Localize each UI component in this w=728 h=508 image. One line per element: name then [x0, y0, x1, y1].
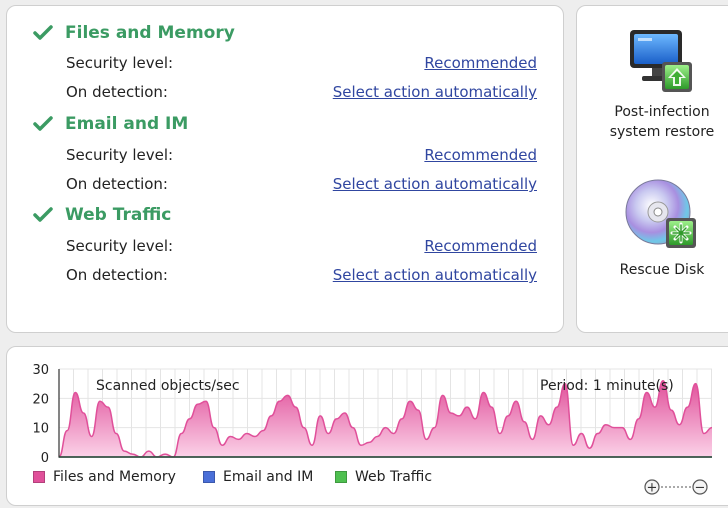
legend-swatch: [33, 471, 45, 483]
restore-label-line2: system restore: [609, 124, 715, 140]
tools-panel: Post-infection system restore Rescue Dis…: [576, 5, 728, 333]
y-tick-label: 10: [32, 422, 49, 437]
zoom-control: + −: [644, 479, 708, 496]
security-level-label: Security level:: [66, 54, 174, 72]
zoom-in-button[interactable]: +: [644, 479, 660, 496]
rescue-disk-icon: [625, 179, 696, 248]
on-detection-label: On detection:: [66, 83, 168, 101]
rescue-disk-label: Rescue Disk: [619, 262, 705, 278]
on-detection-label: On detection:: [66, 266, 168, 284]
legend-swatch: [203, 471, 215, 483]
legend-label: Files and Memory: [53, 469, 176, 485]
section-title: Email and IM: [65, 114, 189, 134]
check-icon: [33, 25, 53, 40]
security-level-link[interactable]: Recommended: [424, 237, 537, 255]
legend-files-memory: Files and Memory: [33, 469, 176, 485]
chart-period: Period: 1 minute(s): [540, 378, 674, 394]
legend-label: Email and IM: [223, 469, 314, 485]
rescue-disk-tool[interactable]: Rescue Disk: [577, 178, 728, 280]
on-detection-link[interactable]: Select action automatically: [333, 266, 537, 284]
section-email-im: Email and IM: [33, 114, 188, 134]
monitor-restore-icon: [630, 30, 692, 92]
check-icon: [33, 207, 53, 222]
security-level-link[interactable]: Recommended: [424, 54, 537, 72]
section-files-memory: Files and Memory: [33, 23, 235, 43]
on-detection-label: On detection:: [66, 175, 168, 193]
zoom-out-icon: −: [695, 481, 706, 496]
security-level-label: Security level:: [66, 146, 174, 164]
legend-label: Web Traffic: [355, 469, 433, 485]
post-infection-restore-tool[interactable]: Post-infection system restore: [577, 26, 728, 142]
zoom-in-icon: +: [647, 481, 658, 496]
activity-chart-panel: 0 10 20 30 Scanned objects/sec Period: 1 mi…: [6, 346, 728, 506]
legend-swatch: [335, 471, 347, 483]
chart-title: Scanned objects/sec: [96, 378, 240, 394]
legend-email-im: Email and IM: [203, 469, 313, 485]
security-level-link[interactable]: Recommended: [424, 146, 537, 164]
section-web-traffic: Web Traffic: [33, 205, 171, 225]
section-title: Web Traffic: [65, 205, 172, 225]
zoom-out-button[interactable]: −: [692, 479, 708, 496]
section-title: Files and Memory: [65, 23, 235, 43]
check-icon: [33, 116, 53, 131]
legend-web-traffic: Web Traffic: [335, 469, 432, 485]
protection-settings-panel: Files and Memory Security level: Recomme…: [6, 5, 564, 333]
y-tick-label: 0: [41, 451, 49, 466]
y-tick-label: 30: [32, 363, 49, 378]
security-level-label: Security level:: [66, 237, 174, 255]
y-tick-label: 20: [32, 392, 49, 407]
on-detection-link[interactable]: Select action automatically: [333, 175, 537, 193]
restore-label-line1: Post-infection: [614, 104, 710, 120]
on-detection-link[interactable]: Select action automatically: [333, 83, 537, 101]
